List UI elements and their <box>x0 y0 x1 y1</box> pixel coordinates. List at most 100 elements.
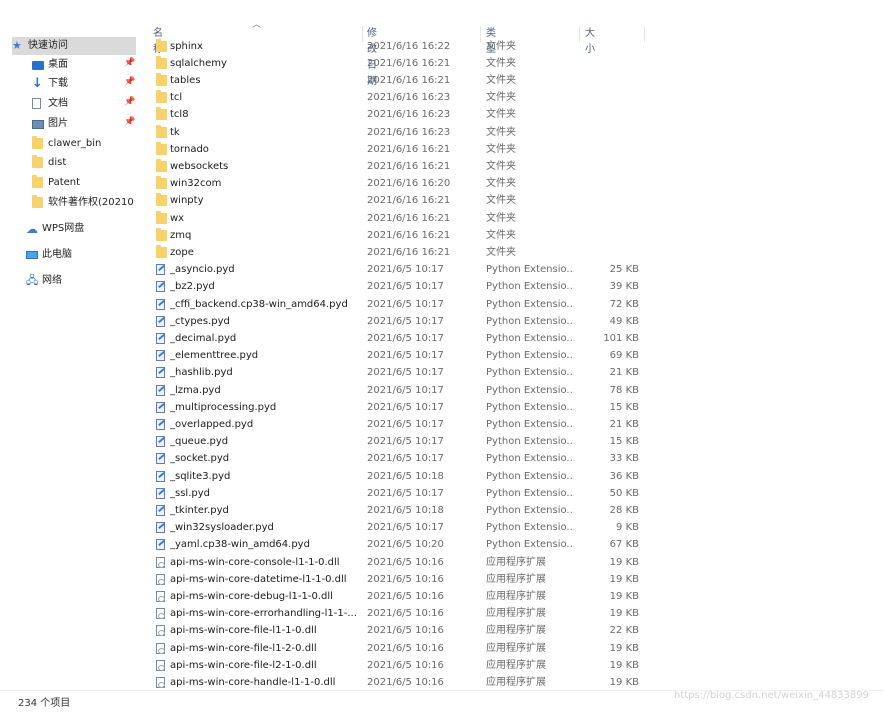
table-row[interactable]: sphinx 2021/6/16 16:22 文件夹 <box>0 38 883 55</box>
python-extension-icon <box>156 416 168 433</box>
modified-date: 2021/6/5 10:20 <box>367 539 444 551</box>
table-row[interactable]: _ctypes.pyd 2021/6/5 10:17 Python Extensio… <box>0 313 883 330</box>
table-row[interactable]: _elementtree.pyd 2021/6/5 10:17 Python Ext… <box>0 347 883 364</box>
table-row[interactable]: _cffi_backend.cp38-win_amd64.pyd 2021/6/5… <box>0 296 883 313</box>
file-name: api-ms-win-core-debug-l1-1-0.dll <box>170 590 333 602</box>
python-extension-icon <box>156 278 168 295</box>
table-row[interactable]: zope 2021/6/16 16:21 文件夹 <box>0 244 883 261</box>
python-extension-icon <box>156 347 168 364</box>
table-row[interactable]: api-ms-win-core-file-l1-1-0.dll 2021/6/5 … <box>0 622 883 639</box>
modified-date: 2021/6/5 10:17 <box>367 401 444 413</box>
file-type: Python Extensio... <box>486 453 574 465</box>
folder-icon <box>156 158 168 175</box>
file-type: 应用程序扩展 <box>486 625 546 637</box>
file-type: Python Extensio... <box>486 264 574 276</box>
table-row[interactable]: _bz2.pyd 2021/6/5 10:17 Python Extensio...… <box>0 278 883 295</box>
table-row[interactable]: api-ms-win-core-file-l1-2-0.dll 2021/6/5 … <box>0 640 883 657</box>
file-name: win32com <box>170 178 222 190</box>
file-size <box>585 192 639 209</box>
dll-file-icon <box>156 554 168 571</box>
file-name: _decimal.pyd <box>170 332 237 344</box>
table-row[interactable]: _sqlite3.pyd 2021/6/5 10:18 Python Extensi… <box>0 468 883 485</box>
file-name: _yaml.cp38-win_amd64.pyd <box>170 539 310 551</box>
table-row[interactable]: api-ms-win-core-debug-l1-1-0.dll 2021/6/5… <box>0 588 883 605</box>
file-size <box>585 175 639 192</box>
table-row[interactable]: api-ms-win-core-errorhandling-l1-1-... 20… <box>0 605 883 622</box>
table-row[interactable]: tornado 2021/6/16 16:21 文件夹 <box>0 141 883 158</box>
file-size: 19 KB <box>609 573 639 585</box>
file-name: sqlalchemy <box>170 57 227 69</box>
table-row[interactable]: _yaml.cp38-win_amd64.pyd 2021/6/5 10:20 Py… <box>0 536 883 553</box>
table-row[interactable]: winpty 2021/6/16 16:21 文件夹 <box>0 192 883 209</box>
table-row[interactable]: _win32sysloader.pyd 2021/6/5 10:17 Python … <box>0 519 883 536</box>
folder-icon <box>156 227 168 244</box>
python-extension-icon <box>156 450 168 467</box>
folder-icon <box>156 210 168 227</box>
file-size <box>585 89 639 106</box>
table-row[interactable]: _tkinter.pyd 2021/6/5 10:18 Python Extensi… <box>0 502 883 519</box>
file-name: api-ms-win-core-handle-l1-1-0.dll <box>170 676 336 688</box>
modified-date: 2021/6/5 10:17 <box>367 298 444 310</box>
table-row[interactable]: api-ms-win-core-datetime-l1-1-0.dll 2021/… <box>0 571 883 588</box>
table-row[interactable]: _multiprocessing.pyd 2021/6/5 10:17 Python… <box>0 399 883 416</box>
modified-date: 2021/6/16 16:21 <box>367 74 451 86</box>
modified-date: 2021/6/16 16:23 <box>367 92 451 104</box>
modified-date: 2021/6/16 16:23 <box>367 126 451 138</box>
file-size: 19 KB <box>609 590 639 602</box>
modified-date: 2021/6/5 10:16 <box>367 590 444 602</box>
modified-date: 2021/6/16 16:21 <box>367 212 451 224</box>
table-row[interactable]: api-ms-win-core-console-l1-1-0.dll 2021/6… <box>0 554 883 571</box>
table-row[interactable]: _ssl.pyd 2021/6/5 10:17 Python Extensio...… <box>0 485 883 502</box>
table-row[interactable]: tcl8 2021/6/16 16:23 文件夹 <box>0 106 883 123</box>
file-size: 33 KB <box>609 453 639 465</box>
file-type: 文件夹 <box>486 212 516 224</box>
file-name: _bz2.pyd <box>170 281 215 293</box>
file-name: _tkinter.pyd <box>170 504 229 516</box>
file-size: 22 KB <box>609 625 639 637</box>
table-row[interactable]: _hashlib.pyd 2021/6/5 10:17 Python Extensi… <box>0 364 883 381</box>
file-type: Python Extensio... <box>486 350 574 362</box>
file-type: 文件夹 <box>486 160 516 172</box>
modified-date: 2021/6/5 10:18 <box>367 504 444 516</box>
table-row[interactable]: api-ms-win-core-file-l2-1-0.dll 2021/6/5 … <box>0 657 883 674</box>
table-row[interactable]: tcl 2021/6/16 16:23 文件夹 <box>0 89 883 106</box>
modified-date: 2021/6/5 10:17 <box>367 384 444 396</box>
file-size: 15 KB <box>609 401 639 413</box>
table-row[interactable]: wx 2021/6/16 16:21 文件夹 <box>0 210 883 227</box>
file-size <box>585 141 639 158</box>
table-row[interactable]: _overlapped.pyd 2021/6/5 10:17 Python Exte… <box>0 416 883 433</box>
table-row[interactable]: _asyncio.pyd 2021/6/5 10:17 Python Extensi… <box>0 261 883 278</box>
file-name: zope <box>170 246 194 258</box>
table-row[interactable]: _lzma.pyd 2021/6/5 10:17 Python Extensio..… <box>0 382 883 399</box>
file-size <box>585 124 639 141</box>
table-row[interactable]: websockets 2021/6/16 16:21 文件夹 <box>0 158 883 175</box>
file-name: _ssl.pyd <box>170 487 210 499</box>
table-row[interactable]: win32com 2021/6/16 16:20 文件夹 <box>0 175 883 192</box>
python-extension-icon <box>156 399 168 416</box>
folder-icon <box>156 175 168 192</box>
file-name: sphinx <box>170 40 203 52</box>
file-type: Python Extensio... <box>486 418 574 430</box>
table-row[interactable]: api-ms-win-core-handle-l1-1-0.dll 2021/6/… <box>0 674 883 690</box>
file-type: 文件夹 <box>486 57 516 69</box>
dll-file-icon <box>156 657 168 674</box>
file-type: Python Extensio... <box>486 504 574 516</box>
dll-file-icon <box>156 605 168 622</box>
table-row[interactable]: _decimal.pyd 2021/6/5 10:17 Python Extensi… <box>0 330 883 347</box>
file-name: tcl <box>170 92 183 104</box>
watermark-text: https://blog.csdn.net/weixin_44833899 <box>673 690 869 701</box>
modified-date: 2021/6/16 16:21 <box>367 246 451 258</box>
file-name: api-ms-win-core-console-l1-1-0.dll <box>170 556 340 568</box>
table-row[interactable]: tables 2021/6/16 16:21 文件夹 <box>0 72 883 89</box>
table-row[interactable]: sqlalchemy 2021/6/16 16:21 文件夹 <box>0 55 883 72</box>
modified-date: 2021/6/5 10:18 <box>367 470 444 482</box>
table-row[interactable]: _queue.pyd 2021/6/5 10:17 Python Extensio.… <box>0 433 883 450</box>
folder-icon <box>156 192 168 209</box>
table-row[interactable]: tk 2021/6/16 16:23 文件夹 <box>0 124 883 141</box>
table-row[interactable]: _socket.pyd 2021/6/5 10:17 Python Extensio… <box>0 450 883 467</box>
file-size <box>585 55 639 72</box>
table-row[interactable]: zmq 2021/6/16 16:21 文件夹 <box>0 227 883 244</box>
file-name: zmq <box>170 229 192 241</box>
python-extension-icon <box>156 296 168 313</box>
file-type: 应用程序扩展 <box>486 676 546 688</box>
